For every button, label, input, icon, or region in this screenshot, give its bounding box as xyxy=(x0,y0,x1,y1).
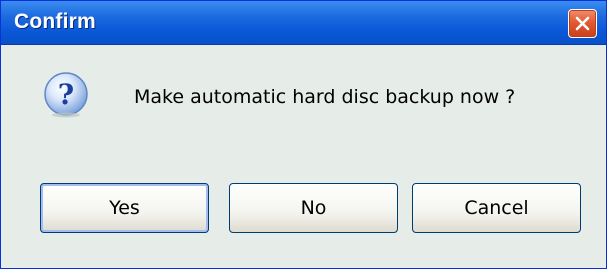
cancel-button[interactable]: Cancel xyxy=(412,183,581,233)
close-button[interactable] xyxy=(568,9,597,38)
no-button[interactable]: No xyxy=(229,183,398,233)
dialog-message: Make automatic hard disc backup now ? xyxy=(134,86,516,108)
dialog-body xyxy=(1,45,606,268)
confirm-dialog: Confirm ? Make automatic hard disc backu… xyxy=(0,0,607,269)
svg-text:?: ? xyxy=(58,78,74,111)
question-icon: ? xyxy=(44,72,88,118)
close-icon xyxy=(575,16,590,31)
window-title: Confirm xyxy=(14,10,96,33)
title-bar[interactable]: Confirm xyxy=(1,1,606,45)
yes-button[interactable]: Yes xyxy=(40,183,209,233)
